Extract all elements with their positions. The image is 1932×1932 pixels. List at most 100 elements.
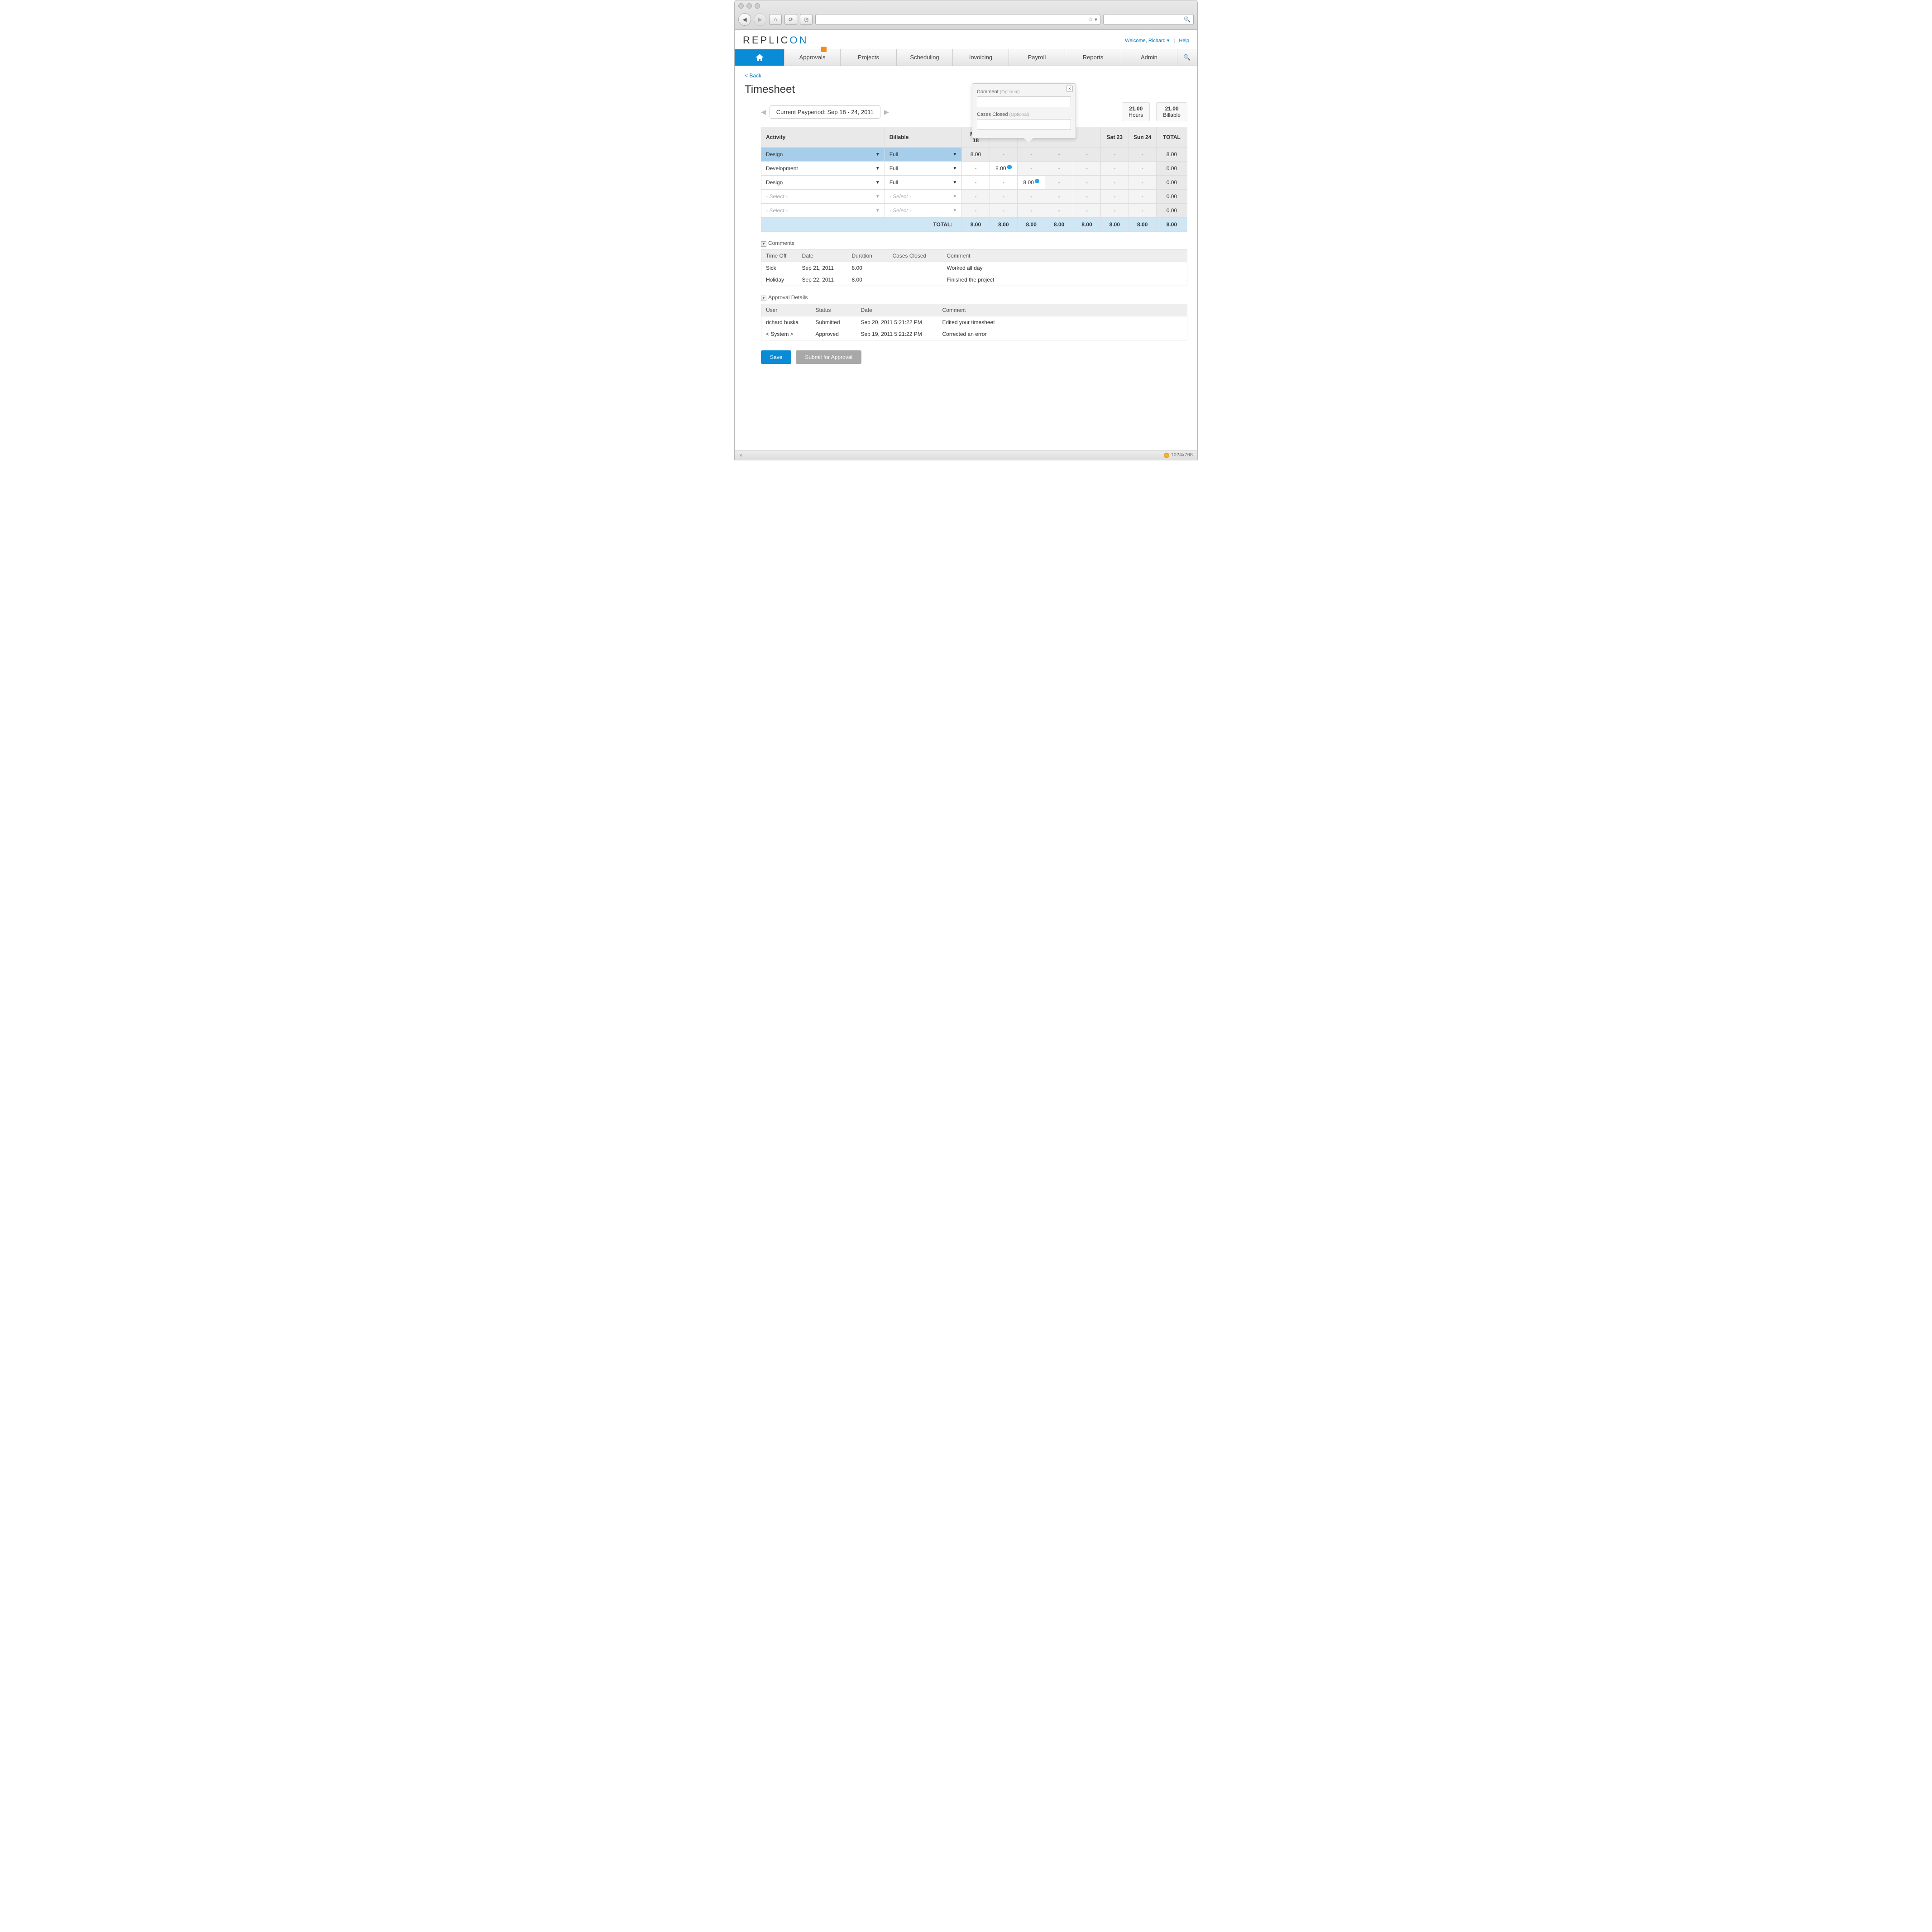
hour-cell[interactable]: -	[990, 148, 1017, 162]
col-billable: Billable	[885, 127, 961, 148]
hour-cell[interactable]: -	[1018, 162, 1045, 176]
submit-button[interactable]: Submit for Approval	[796, 350, 861, 364]
billable-select[interactable]: Full▼	[885, 148, 961, 162]
hour-cell[interactable]: -	[1101, 204, 1129, 218]
hour-cell[interactable]: -	[1045, 148, 1073, 162]
hour-cell[interactable]: -	[1073, 162, 1100, 176]
popover-cases-label: Cases Closed (Optional)	[977, 112, 1029, 117]
nav-forward-button[interactable]: ▶	[754, 13, 766, 26]
address-bar[interactable]: ☆ ▾	[815, 14, 1100, 25]
payperiod-prev[interactable]: ◀	[761, 108, 766, 116]
billable-select[interactable]: Full▼	[885, 176, 961, 190]
bookmark-icon[interactable]: ☆ ▾	[1088, 16, 1097, 23]
welcome-user-menu[interactable]: Welcome, Richard ▾	[1125, 38, 1169, 43]
timesheet-row: Design▼Full▼8.00------8.00	[761, 148, 1187, 162]
hour-cell[interactable]: -	[1045, 162, 1073, 176]
hour-cell[interactable]: -	[1073, 148, 1100, 162]
logo: REPLICON	[743, 34, 808, 46]
hour-cell[interactable]: -	[1045, 176, 1073, 190]
tab-home[interactable]	[735, 49, 784, 66]
tab-approvals[interactable]: Approvals	[784, 49, 841, 66]
hour-cell[interactable]: 8.00	[1018, 176, 1045, 190]
tab-admin[interactable]: Admin	[1121, 49, 1177, 66]
comment-icon[interactable]	[1035, 179, 1039, 183]
cell-popover: × Comment (Optional) Cases Closed (Optio…	[972, 83, 1076, 139]
timesheet-row: - Select -▼- Select -▼-------0.00	[761, 204, 1187, 218]
billable-select[interactable]: - Select -▼	[885, 190, 961, 204]
app-frame: REPLICON Welcome, Richard ▾ | Help Appro…	[734, 30, 1198, 450]
row-total: 0.00	[1156, 162, 1187, 176]
hour-cell[interactable]: 8.00	[962, 148, 990, 162]
col-day-5: Sat 23	[1101, 127, 1129, 148]
hour-cell[interactable]: -	[990, 204, 1017, 218]
hour-cell[interactable]: -	[962, 162, 990, 176]
chevron-down-icon: ▼	[875, 152, 880, 157]
hour-cell[interactable]: -	[1129, 148, 1156, 162]
activity-select[interactable]: Development▼	[761, 162, 885, 176]
hour-cell[interactable]: -	[962, 176, 990, 190]
summary-totals: 21.00Hours 21.00Billable	[1122, 102, 1187, 121]
hour-cell[interactable]: -	[1129, 204, 1156, 218]
hour-cell[interactable]: -	[1018, 204, 1045, 218]
payperiod-next[interactable]: ▶	[884, 108, 889, 116]
popover-close-button[interactable]: ×	[1066, 86, 1073, 92]
hour-cell[interactable]: -	[1045, 190, 1073, 204]
total-hours-card: 21.00Hours	[1122, 102, 1150, 121]
hour-cell[interactable]: -	[1018, 190, 1045, 204]
hour-cell[interactable]: -	[1101, 148, 1129, 162]
browser-search-input[interactable]: 🔍	[1103, 14, 1194, 25]
hour-cell[interactable]: -	[990, 176, 1017, 190]
hour-cell[interactable]: -	[1018, 148, 1045, 162]
comment-icon[interactable]	[1007, 165, 1012, 169]
activity-select[interactable]: Design▼	[761, 176, 885, 190]
statusbar-close-icon[interactable]: ×	[739, 452, 742, 459]
approval-toggle[interactable]: ▾	[761, 296, 766, 301]
billable-select[interactable]: Full▼	[885, 162, 961, 176]
nav-back-button[interactable]: ◀	[738, 13, 751, 26]
nav-home-button[interactable]: ⌂	[769, 14, 782, 25]
dimensions-icon	[1164, 453, 1169, 458]
comments-toggle[interactable]: ▾	[761, 241, 766, 247]
hour-cell[interactable]: -	[1129, 176, 1156, 190]
activity-select[interactable]: - Select -▼	[761, 204, 885, 218]
hour-cell[interactable]: -	[1129, 190, 1156, 204]
billable-select[interactable]: - Select -▼	[885, 204, 961, 218]
notification-badge	[821, 47, 827, 52]
hour-cell[interactable]: -	[962, 190, 990, 204]
tab-invoicing[interactable]: Invoicing	[953, 49, 1009, 66]
traffic-light-max[interactable]	[755, 3, 760, 9]
hour-cell[interactable]: -	[962, 204, 990, 218]
hour-cell[interactable]: -	[1073, 204, 1100, 218]
hour-cell[interactable]: 8.00	[990, 162, 1017, 176]
popover-cases-input[interactable]	[977, 119, 1071, 130]
nav-reload-button[interactable]: ⟳	[784, 14, 797, 25]
chevron-down-icon: ▼	[952, 166, 957, 171]
activity-select[interactable]: - Select -▼	[761, 190, 885, 204]
tab-scheduling[interactable]: Scheduling	[897, 49, 953, 66]
tab-payroll[interactable]: Payroll	[1009, 49, 1065, 66]
traffic-light-min[interactable]	[746, 3, 752, 9]
timesheet-grid: Activity Billable Mon 18 Sat 23 Sun 24 T…	[761, 127, 1187, 232]
back-link[interactable]: < Back	[745, 72, 761, 79]
help-link[interactable]: Help	[1179, 38, 1189, 43]
hour-cell[interactable]: -	[1101, 190, 1129, 204]
chevron-down-icon: ▼	[875, 208, 880, 213]
save-button[interactable]: Save	[761, 350, 791, 364]
hour-cell[interactable]: -	[1101, 162, 1129, 176]
tab-reports[interactable]: Reports	[1065, 49, 1121, 66]
tab-projects[interactable]: Projects	[841, 49, 897, 66]
hour-cell[interactable]: -	[1045, 204, 1073, 218]
traffic-light-close[interactable]	[738, 3, 744, 9]
timesheet-row: Development▼Full▼-8.00-----0.00	[761, 162, 1187, 176]
hour-cell[interactable]: -	[990, 190, 1017, 204]
chevron-down-icon: ▼	[952, 180, 957, 185]
nav-history-button[interactable]: ◷	[800, 14, 813, 25]
hour-cell[interactable]: -	[1073, 176, 1100, 190]
hour-cell[interactable]: -	[1129, 162, 1156, 176]
payperiod-selector[interactable]: Current Payperiod: Sep 18 - 24, 2011	[770, 105, 880, 119]
popover-comment-input[interactable]	[977, 96, 1071, 107]
hour-cell[interactable]: -	[1073, 190, 1100, 204]
hour-cell[interactable]: -	[1101, 176, 1129, 190]
tab-search[interactable]: 🔍	[1177, 49, 1197, 66]
activity-select[interactable]: Design▼	[761, 148, 885, 162]
